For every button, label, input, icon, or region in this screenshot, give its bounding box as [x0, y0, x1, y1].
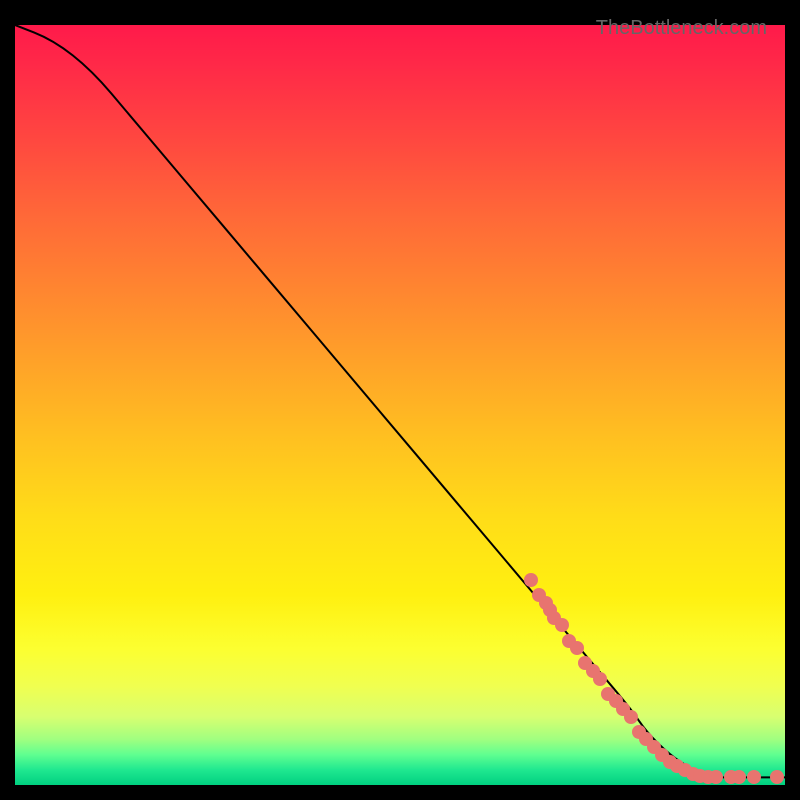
data-point: [570, 641, 584, 655]
chart-container: TheBottleneck.com: [15, 15, 785, 785]
data-point: [732, 770, 746, 784]
data-point: [709, 770, 723, 784]
attribution-text: TheBottleneck.com: [596, 17, 767, 40]
data-point: [624, 710, 638, 724]
data-point: [747, 770, 761, 784]
data-point: [770, 770, 784, 784]
data-point: [524, 573, 538, 587]
scatter-dots: [15, 25, 785, 785]
data-point: [555, 618, 569, 632]
data-point: [593, 672, 607, 686]
